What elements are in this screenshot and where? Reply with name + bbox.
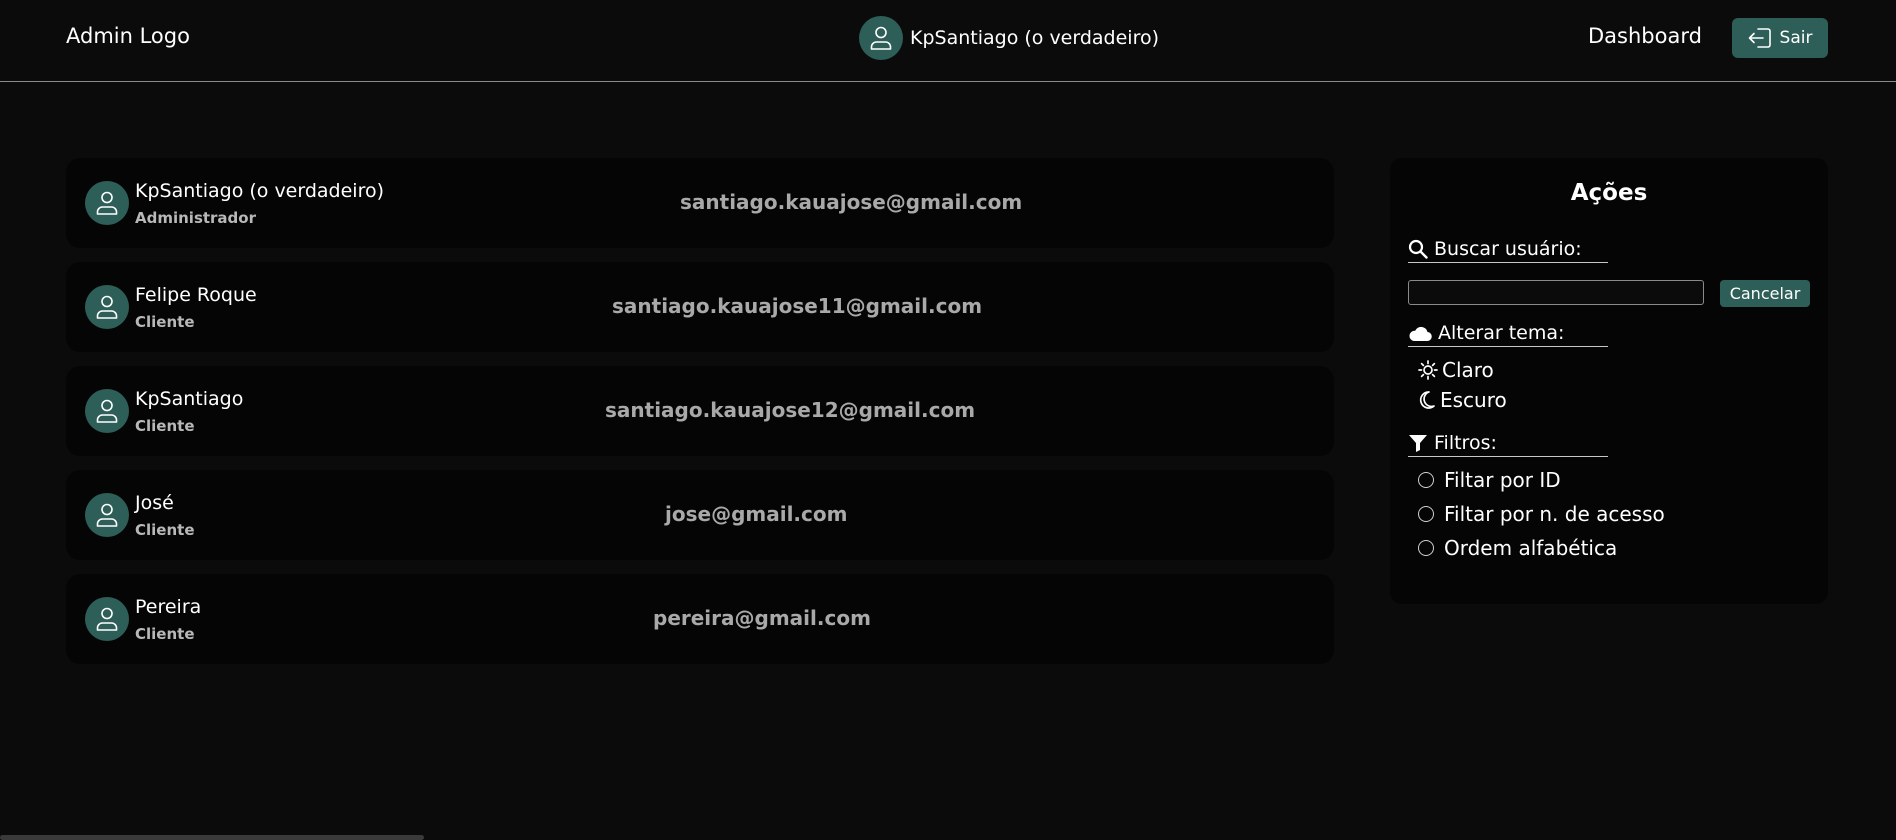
filters-section-header: Filtros: <box>1408 432 1608 457</box>
theme-light-option[interactable]: Claro <box>1418 358 1494 382</box>
filter-option-label: Filtar por ID <box>1444 468 1561 492</box>
cloud-icon <box>1409 326 1432 342</box>
filters-label: Filtros: <box>1434 432 1497 454</box>
filter-option-label: Filtar por n. de acesso <box>1444 502 1665 526</box>
user-name: Pereira <box>135 596 202 618</box>
user-role: Cliente <box>135 417 195 435</box>
sun-icon <box>1418 360 1438 380</box>
search-input[interactable] <box>1408 280 1704 305</box>
theme-dark-option[interactable]: Escuro <box>1418 388 1507 412</box>
user-name: KpSantiago (o verdadeiro) <box>135 180 385 202</box>
radio-button[interactable] <box>1418 472 1434 488</box>
user-name: José <box>135 492 174 514</box>
user-card[interactable]: KpSantiago (o verdadeiro) Administrador … <box>66 158 1334 248</box>
user-email: santiago.kauajose12@gmail.com <box>605 398 976 422</box>
user-role: Cliente <box>135 625 195 643</box>
user-role: Cliente <box>135 313 195 331</box>
search-icon <box>1408 239 1428 259</box>
user-email: santiago.kauajose@gmail.com <box>680 190 1023 214</box>
moon-icon <box>1419 391 1435 409</box>
user-role: Cliente <box>135 521 195 539</box>
cancel-button[interactable]: Cancelar <box>1720 280 1810 307</box>
theme-section-header: Alterar tema: <box>1408 322 1608 347</box>
logout-icon <box>1748 28 1771 48</box>
search-section-header: Buscar usuário: <box>1408 238 1608 263</box>
top-navbar: Admin Logo KpSantiago (o verdadeiro) Das… <box>0 0 1896 82</box>
avatar <box>85 285 129 329</box>
filter-option-id[interactable]: Filtar por ID <box>1418 468 1561 492</box>
user-email: pereira@gmail.com <box>653 606 871 630</box>
user-name: Felipe Roque <box>135 284 257 306</box>
user-icon <box>96 607 118 631</box>
radio-button[interactable] <box>1418 540 1434 556</box>
user-list: KpSantiago (o verdadeiro) Administrador … <box>66 158 1334 678</box>
theme-dark-label: Escuro <box>1440 388 1507 412</box>
user-icon <box>96 295 118 319</box>
user-role: Administrador <box>135 209 256 227</box>
filter-option-label: Ordem alfabética <box>1444 536 1618 560</box>
actions-panel: Ações Buscar usuário: Cancelar Alterar t… <box>1390 158 1828 604</box>
search-label: Buscar usuário: <box>1434 238 1582 260</box>
theme-label: Alterar tema: <box>1438 322 1565 344</box>
user-icon <box>870 26 892 50</box>
user-card[interactable]: José Cliente jose@gmail.com <box>66 470 1334 560</box>
exit-label: Sair <box>1779 28 1813 48</box>
avatar <box>85 597 129 641</box>
current-user-name: KpSantiago (o verdadeiro) <box>910 27 1160 49</box>
filter-option-access[interactable]: Filtar por n. de acesso <box>1418 502 1665 526</box>
theme-light-label: Claro <box>1442 358 1494 382</box>
actions-title: Ações <box>1570 180 1648 206</box>
user-name: KpSantiago <box>135 388 244 410</box>
exit-button[interactable]: Sair <box>1732 18 1828 58</box>
current-user: KpSantiago (o verdadeiro) <box>859 16 1159 60</box>
user-card[interactable]: KpSantiago Cliente santiago.kauajose12@g… <box>66 366 1334 456</box>
user-icon <box>96 503 118 527</box>
avatar <box>859 16 903 60</box>
user-card[interactable]: Felipe Roque Cliente santiago.kauajose11… <box>66 262 1334 352</box>
avatar <box>85 181 129 225</box>
filter-option-alpha[interactable]: Ordem alfabética <box>1418 536 1617 560</box>
user-icon <box>96 399 118 423</box>
avatar <box>85 389 129 433</box>
radio-button[interactable] <box>1418 506 1434 522</box>
avatar <box>85 493 129 537</box>
dashboard-link[interactable]: Dashboard <box>1588 24 1702 48</box>
admin-logo[interactable]: Admin Logo <box>66 24 190 48</box>
user-card[interactable]: Pereira Cliente pereira@gmail.com <box>66 574 1334 664</box>
horizontal-scrollbar[interactable] <box>0 835 424 840</box>
filter-icon <box>1409 435 1427 452</box>
user-email: santiago.kauajose11@gmail.com <box>612 294 983 318</box>
user-email: jose@gmail.com <box>665 502 848 526</box>
user-icon <box>96 191 118 215</box>
